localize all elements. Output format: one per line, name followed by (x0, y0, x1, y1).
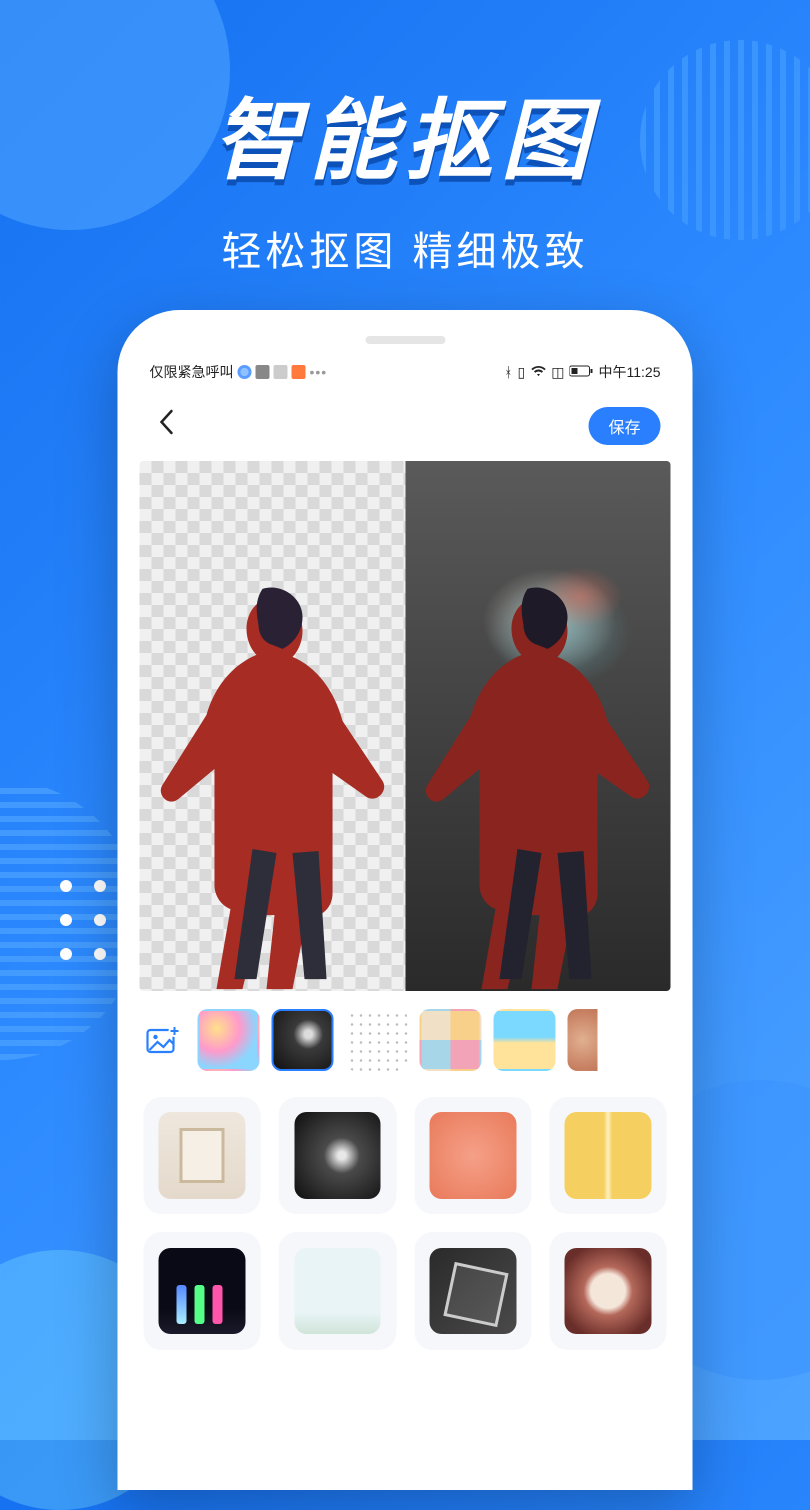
chevron-left-icon (158, 408, 176, 436)
person-silhouette (142, 567, 402, 991)
preview-compare[interactable] (140, 461, 671, 991)
app-navbar: 保存 (140, 386, 671, 461)
grid-item[interactable] (414, 1232, 531, 1349)
preview-with-background (405, 461, 671, 991)
preset-thumb[interactable] (198, 1009, 260, 1071)
bg-lines-circle (640, 40, 810, 240)
phone-speaker (365, 336, 445, 344)
status-time: 中午11:25 (599, 362, 661, 382)
grid-item[interactable] (279, 1097, 396, 1214)
save-button[interactable]: 保存 (588, 407, 660, 445)
preset-thumb[interactable] (494, 1009, 556, 1071)
preset-thumb[interactable] (346, 1009, 408, 1071)
background-grid (140, 1097, 671, 1350)
grid-item[interactable] (144, 1097, 261, 1214)
back-button[interactable] (150, 404, 184, 447)
grid-item[interactable] (549, 1232, 666, 1349)
battery-icon (570, 364, 594, 380)
grid-item[interactable] (414, 1097, 531, 1214)
status-app-icon (274, 365, 288, 379)
add-image-button[interactable] (142, 1018, 186, 1062)
sim-icon: ◫ (551, 364, 564, 381)
add-image-icon (146, 1024, 182, 1056)
status-app-icon (292, 365, 306, 379)
preset-thumb[interactable] (568, 1009, 598, 1071)
globe-icon (238, 365, 252, 379)
grid-item[interactable] (549, 1097, 666, 1214)
wifi-icon (530, 364, 546, 380)
status-network-text: 仅限紧急呼叫 (150, 362, 234, 382)
preset-thumb[interactable] (420, 1009, 482, 1071)
bluetooth-icon: ᚼ (504, 364, 512, 380)
phone-mockup: 仅限紧急呼叫 ••• ᚼ ▯ ◫ 中午11:25 保存 (118, 310, 693, 1490)
preset-thumb-selected[interactable] (272, 1009, 334, 1071)
status-app-icon (256, 365, 270, 379)
status-more-icon: ••• (310, 364, 328, 380)
person-silhouette (408, 567, 668, 991)
grid-item[interactable] (144, 1232, 261, 1349)
grid-item[interactable] (279, 1232, 396, 1349)
vibrate-icon: ▯ (518, 364, 526, 381)
background-preset-strip[interactable] (140, 1009, 671, 1071)
preview-cutout (140, 461, 406, 991)
status-bar: 仅限紧急呼叫 ••• ᚼ ▯ ◫ 中午11:25 (140, 358, 671, 386)
